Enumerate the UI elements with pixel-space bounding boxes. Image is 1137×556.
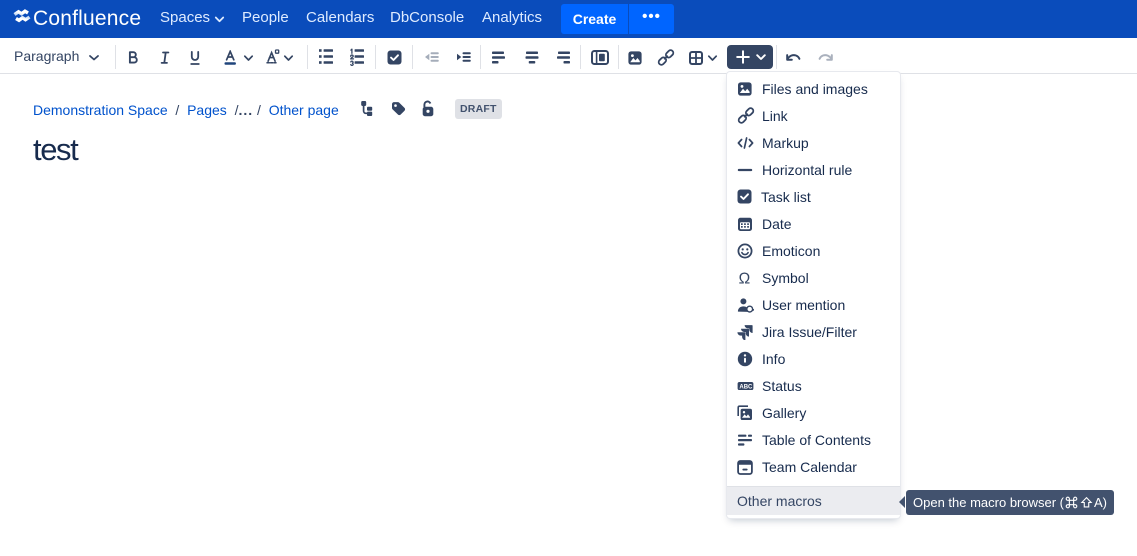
- svg-text:Ω: Ω: [739, 270, 751, 285]
- svg-text:ABC: ABC: [739, 384, 753, 390]
